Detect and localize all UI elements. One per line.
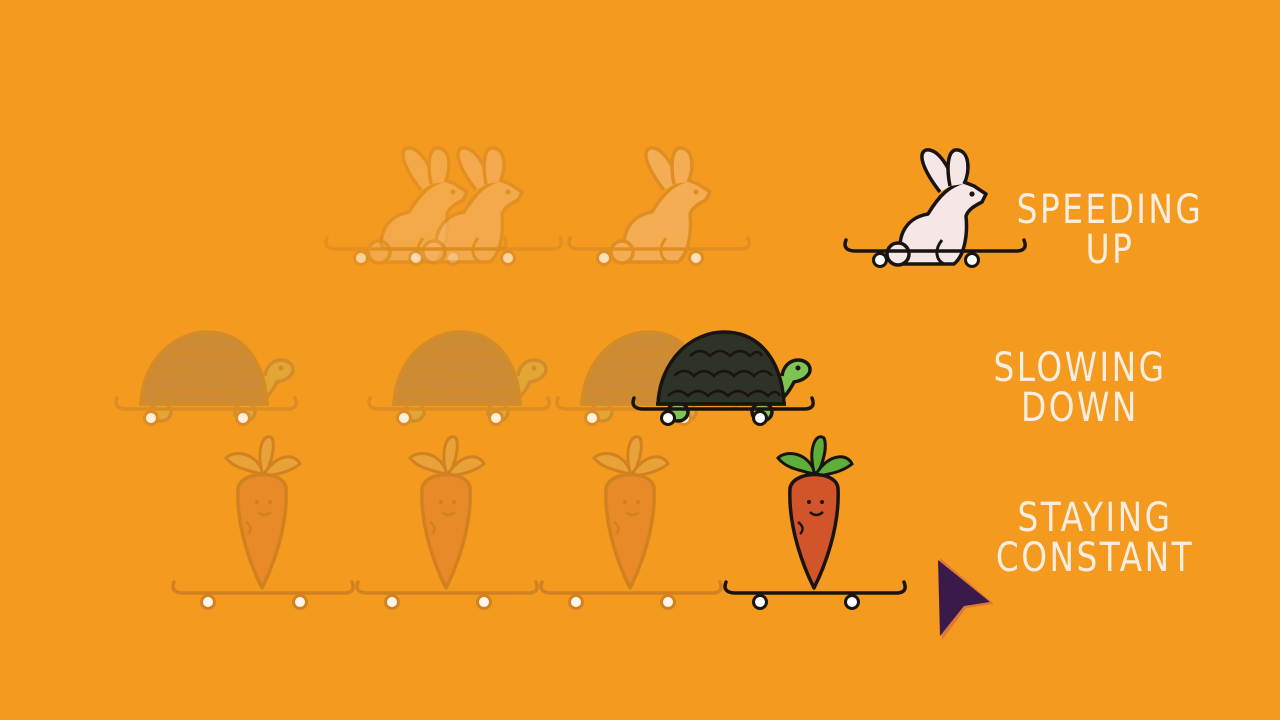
label-speeding-line1: SPEEDING bbox=[1016, 187, 1204, 233]
rabbit-ghost-3 bbox=[567, 147, 751, 267]
label-staying-constant: STAYING CONSTANT bbox=[993, 498, 1198, 578]
label-speeding-up: SPEEDING UP bbox=[1012, 190, 1209, 270]
label-slowing-line1: SLOWING bbox=[993, 345, 1167, 391]
carrot-ghost-2 bbox=[355, 436, 539, 611]
turtle-ghost-1 bbox=[114, 332, 298, 427]
label-slowing-down: SLOWING DOWN bbox=[982, 348, 1179, 428]
carrot-ghost-1 bbox=[171, 436, 355, 611]
turtle-ghost-2 bbox=[367, 332, 551, 427]
label-constant-line2: CONSTANT bbox=[995, 535, 1195, 581]
play-cursor-icon[interactable] bbox=[936, 556, 998, 642]
label-constant-line1: STAYING bbox=[1017, 495, 1173, 541]
label-slowing-line2: DOWN bbox=[1021, 385, 1139, 431]
rabbit-on-skateboard-icon bbox=[843, 149, 1027, 269]
label-speeding-line2: UP bbox=[1085, 227, 1135, 273]
carrot-ghost-3 bbox=[539, 436, 723, 611]
carrot-on-skateboard-icon bbox=[723, 436, 907, 611]
